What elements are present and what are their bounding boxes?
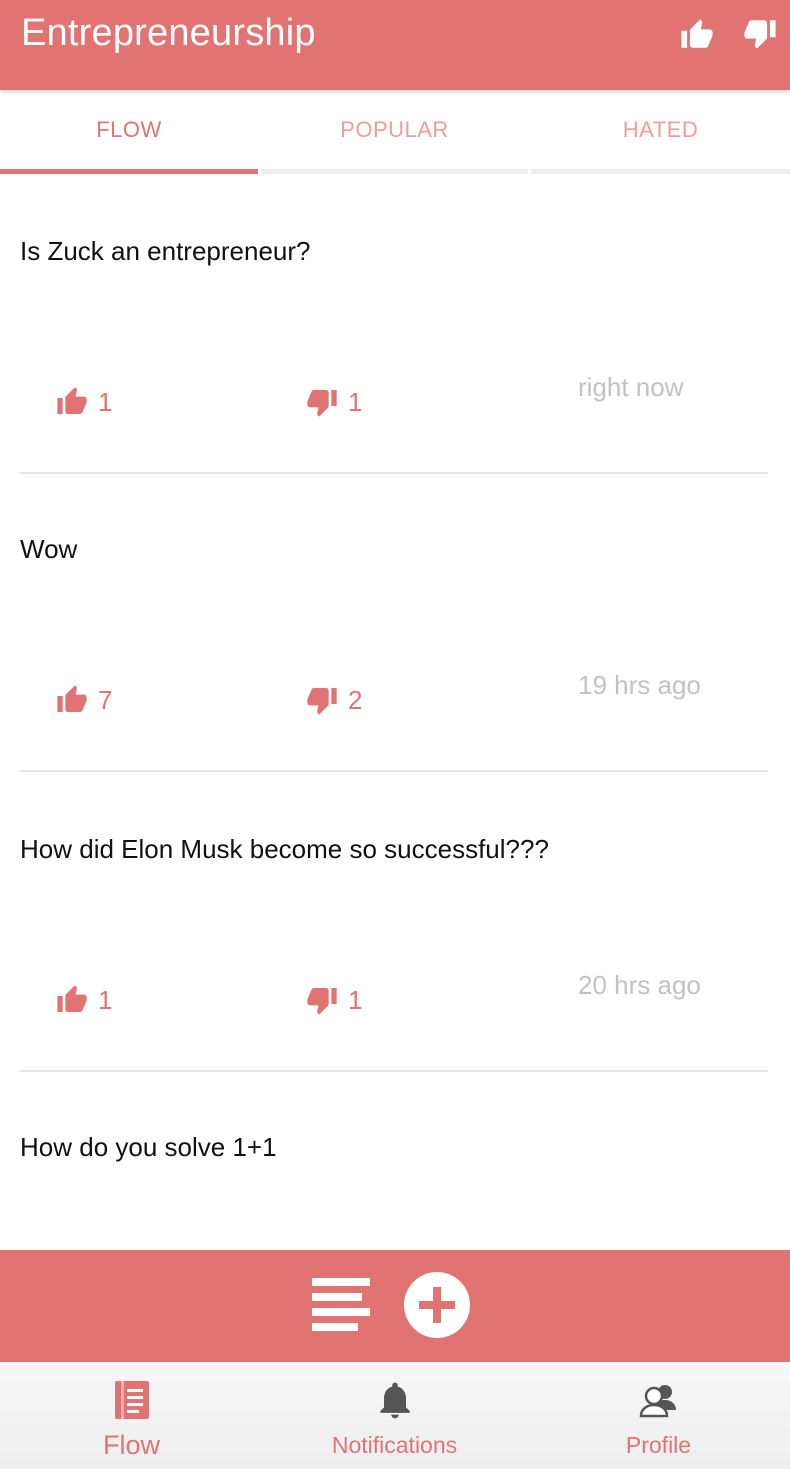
tab-bar: FLOW POPULAR HATED (0, 90, 790, 174)
post-question: How do you solve 1+1 (20, 1132, 277, 1162)
app-header: Entrepreneurship (0, 0, 790, 90)
add-post-button[interactable] (404, 1272, 470, 1338)
nav-flow[interactable]: Flow (0, 1362, 263, 1469)
dislike-count: 2 (348, 684, 363, 715)
like-button[interactable]: 1 (56, 982, 112, 1018)
post-question: Wow (20, 534, 78, 564)
tab-popular[interactable]: POPULAR (261, 90, 528, 174)
post-timestamp: 19 hrs ago (578, 670, 701, 700)
bottom-navigation: Flow Notifications Profile (0, 1362, 790, 1469)
thumbs-down-icon (307, 390, 337, 417)
post-feed[interactable]: Is Zuck an entrepreneur? 1 1 right now W… (0, 174, 790, 1250)
nav-notifications[interactable]: Notifications (263, 1362, 526, 1469)
thumbs-down-icon (307, 688, 337, 715)
post-card[interactable]: How did Elon Musk become so successful??… (20, 772, 768, 1072)
dislike-button[interactable]: 2 (306, 682, 362, 718)
tab-flow[interactable]: FLOW (0, 90, 258, 174)
nav-label: Notifications (331, 1432, 458, 1458)
thumbs-down-icon (307, 988, 337, 1015)
thumbs-up-icon (57, 387, 87, 414)
like-button[interactable]: 7 (56, 682, 112, 718)
nav-label: Profile (625, 1432, 692, 1458)
tab-label: POPULAR (340, 117, 449, 142)
like-count: 7 (98, 684, 113, 715)
post-timestamp: right now (578, 372, 684, 402)
list-icon[interactable] (312, 1278, 370, 1332)
tab-hated[interactable]: HATED (531, 90, 790, 174)
post-timestamp: 20 hrs ago (578, 970, 701, 1000)
like-count: 1 (98, 386, 113, 417)
nav-profile[interactable]: Profile (527, 1362, 790, 1469)
plus-circle-icon (419, 1287, 455, 1323)
post-card[interactable]: Is Zuck an entrepreneur? 1 1 right now (20, 174, 768, 474)
users-icon (639, 1385, 676, 1418)
like-button[interactable]: 1 (56, 384, 112, 420)
bell-icon (379, 1382, 410, 1419)
document-icon (114, 1381, 149, 1419)
action-bar (0, 1250, 790, 1362)
thumbs-up-icon (57, 985, 87, 1012)
post-card[interactable]: Wow 7 2 19 hrs ago (20, 472, 768, 772)
like-count: 1 (98, 984, 113, 1015)
thumbs-up-icon (57, 685, 87, 712)
tab-label: FLOW (96, 117, 162, 142)
dislike-count: 1 (348, 386, 363, 417)
thumbs-up-icon[interactable] (680, 18, 714, 52)
post-question: How did Elon Musk become so successful??… (20, 834, 549, 864)
post-card[interactable]: How do you solve 1+1 (20, 1070, 768, 1250)
page-title: Entrepreneurship (21, 12, 316, 54)
dislike-count: 1 (348, 984, 363, 1015)
post-question: Is Zuck an entrepreneur? (20, 236, 311, 266)
dislike-button[interactable]: 1 (306, 384, 362, 420)
dislike-button[interactable]: 1 (306, 982, 362, 1018)
thumbs-down-icon[interactable] (743, 16, 777, 50)
tab-label: HATED (622, 117, 699, 142)
nav-label: Flow (102, 1430, 160, 1460)
